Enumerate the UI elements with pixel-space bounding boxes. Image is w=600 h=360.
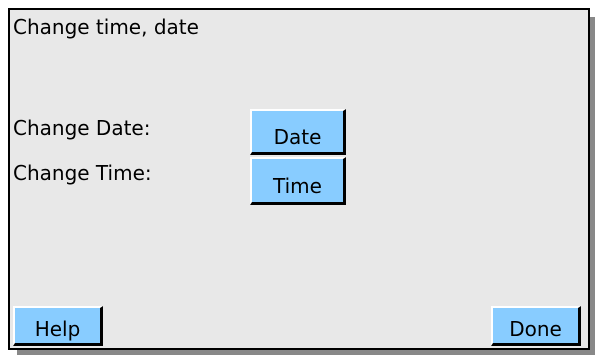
date-button[interactable]: Date bbox=[250, 109, 346, 155]
dialog-title: Change time, date bbox=[13, 15, 199, 39]
time-button[interactable]: Time bbox=[250, 157, 346, 205]
done-button[interactable]: Done bbox=[491, 306, 581, 346]
change-time-label: Change Time: bbox=[13, 161, 152, 185]
dialog-panel: Change time, date Change Date: Date Chan… bbox=[8, 8, 590, 350]
help-button[interactable]: Help bbox=[13, 306, 103, 346]
change-date-label: Change Date: bbox=[13, 116, 151, 140]
